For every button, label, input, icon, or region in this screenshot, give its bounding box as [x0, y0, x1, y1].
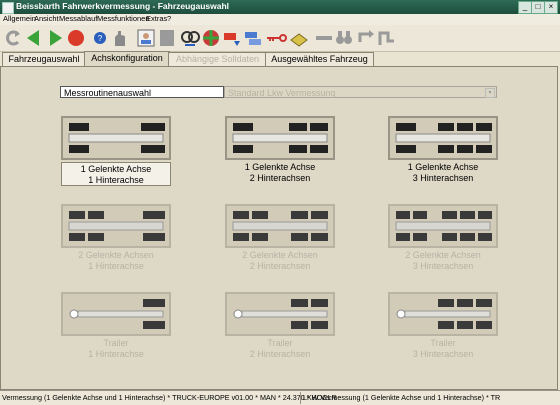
binoculars-icon[interactable] [334, 28, 354, 48]
key-icon[interactable] [266, 28, 287, 48]
chevron-down-icon: ▾ [485, 88, 495, 98]
routine-select-value: Standard Lkw Vermessung [228, 88, 336, 98]
axle-option-1-steer-1-rear[interactable]: 1 Gelenkte Achse 1 Hinterachse [61, 116, 171, 186]
axle-option-2-steer-3-rear: 2 Gelenkte Achsen 3 Hinterachsen [388, 204, 498, 274]
tab-abhaengige-solldaten: Abhängige Solldaten [168, 52, 267, 66]
menu-help[interactable]: ? [167, 14, 171, 23]
hand-icon[interactable] [110, 28, 130, 48]
truck-axle-diagram [388, 116, 498, 160]
forward-arrow-icon[interactable] [45, 28, 65, 48]
status-bar: Vermessung (1 Gelenkte Achse und 1 Hinte… [0, 390, 560, 405]
maximize-button[interactable]: □ [531, 1, 545, 14]
minimize-button[interactable]: _ [518, 1, 532, 14]
card-line1: 2 Gelenkte Achsen [78, 250, 154, 260]
book-icon[interactable] [289, 28, 309, 48]
truck-axle-diagram [225, 204, 335, 248]
card-line2: 3 Hinterachsen [412, 173, 474, 183]
card-line2: 1 Hinterachse [88, 261, 144, 271]
truck-axle-diagram [61, 204, 171, 248]
card-line1: 1 Gelenkte Achse [244, 162, 316, 172]
sensors-icon[interactable] [180, 28, 200, 48]
trailer-axle-diagram [388, 292, 498, 336]
status-separator [300, 392, 301, 404]
menu-extras[interactable]: Extras [146, 14, 167, 23]
document-icon[interactable] [157, 28, 177, 48]
card-line2: 3 Hinterachsen [412, 349, 474, 359]
menu-ansicht[interactable]: Ansicht [34, 14, 59, 23]
menu-messfunktionen[interactable]: Messfunktionen [97, 14, 150, 23]
tab-strip: Fahrzeugauswahl Achskonfiguration Abhäng… [0, 51, 560, 67]
car-swap-icon[interactable] [243, 28, 263, 48]
vehicle-card-icon[interactable] [136, 28, 156, 48]
axle-option-trailer-2-rear: Trailer 2 Hinterachsen [225, 292, 335, 362]
card-line1: Trailer [267, 338, 293, 348]
refresh-icon[interactable] [3, 28, 23, 48]
car-transfer-icon[interactable] [222, 28, 242, 48]
app-icon [2, 2, 14, 14]
globe-icon[interactable] [201, 28, 221, 48]
card-line2: 3 Hinterachsen [412, 261, 474, 271]
rotate-icon[interactable] [356, 28, 376, 48]
stop-icon[interactable] [66, 28, 86, 48]
card-line2: 1 Hinterachse [88, 349, 144, 359]
trailer-axle-diagram [61, 292, 171, 336]
card-line1: Trailer [103, 338, 129, 348]
axle-option-1-steer-2-rear[interactable]: 1 Gelenkte Achse 2 Hinterachsen [225, 116, 335, 186]
routine-label: Messroutinenauswahl [60, 86, 224, 98]
trailer-axle-diagram [225, 292, 335, 336]
routine-select: Standard Lkw Vermessung ▾ [224, 86, 497, 98]
card-line1: 1 Gelenkte Achse [80, 164, 152, 174]
truck-axle-diagram [225, 116, 335, 160]
card-line1: 2 Gelenkte Achsen [405, 250, 481, 260]
tab-fahrzeugauswahl[interactable]: Fahrzeugauswahl [2, 52, 86, 66]
card-line2: 1 Hinterachse [88, 175, 144, 185]
svg-text:?: ? [98, 34, 103, 43]
back-arrow-icon[interactable] [24, 28, 44, 48]
tab-achskonfiguration[interactable]: Achskonfiguration [84, 51, 170, 67]
title-bar: Beissbarth Fahrwerkvermessung - Fahrzeug… [0, 0, 560, 14]
card-line1: Trailer [430, 338, 456, 348]
axle-option-2-steer-2-rear: 2 Gelenkte Achsen 2 Hinterachsen [225, 204, 335, 274]
menu-messablauf[interactable]: Messablauf [59, 14, 97, 23]
status-left: Vermessung (1 Gelenkte Achse und 1 Hinte… [2, 393, 337, 402]
window-title: Beissbarth Fahrwerkvermessung - Fahrzeug… [16, 1, 230, 11]
dash-icon[interactable] [314, 28, 334, 48]
axle-option-trailer-3-rear: Trailer 3 Hinterachsen [388, 292, 498, 362]
card-line1: 2 Gelenkte Achsen [242, 250, 318, 260]
axle-option-trailer-1-rear: Trailer 1 Hinterachse [61, 292, 171, 362]
menu-bar: Allgemein Ansicht Messablauf Messfunktio… [0, 14, 560, 25]
card-line1: 1 Gelenkte Achse [407, 162, 479, 172]
truck-axle-diagram [388, 204, 498, 248]
tab-ausgewaehltes-fahrzeug[interactable]: Ausgewähltes Fahrzeug [265, 52, 374, 66]
close-button[interactable]: × [544, 1, 558, 14]
transfer-icon[interactable] [377, 28, 397, 48]
truck-axle-diagram [61, 116, 171, 160]
axle-option-1-steer-3-rear[interactable]: 1 Gelenkte Achse 3 Hinterachsen [388, 116, 498, 186]
status-right: LKW Vermessung (1 Gelenkte Achse und 1 H… [303, 393, 501, 402]
card-line2: 2 Hinterachsen [249, 173, 311, 183]
toolbar: ? [0, 25, 560, 52]
axle-option-2-steer-1-rear: 2 Gelenkte Achsen 1 Hinterachse [61, 204, 171, 274]
card-line2: 2 Hinterachsen [249, 349, 311, 359]
help-icon[interactable]: ? [90, 28, 110, 48]
card-line2: 2 Hinterachsen [249, 261, 311, 271]
menu-allgemein[interactable]: Allgemein [3, 14, 36, 23]
